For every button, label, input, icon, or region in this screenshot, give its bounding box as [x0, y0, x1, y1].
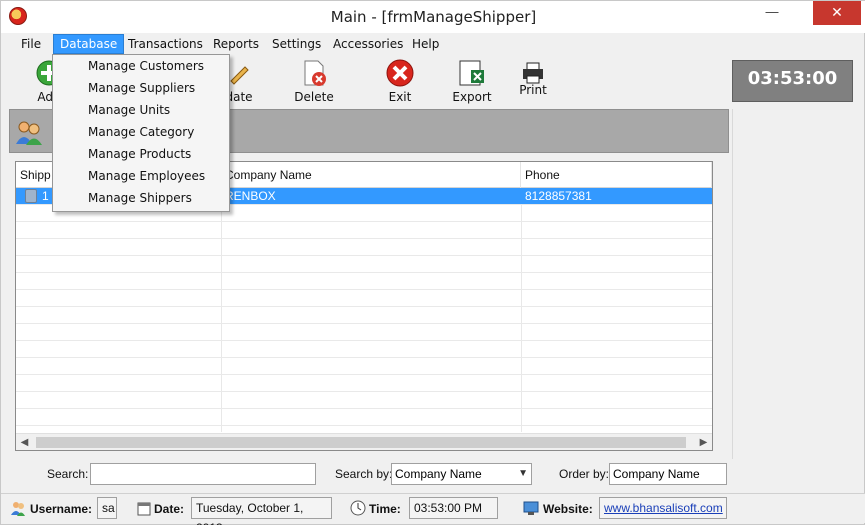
search-by-select[interactable]: Company Name ▼ — [391, 463, 532, 485]
table-row — [16, 392, 712, 409]
search-by-label: Search by: — [335, 467, 393, 481]
title-bar: Main - [frmManageShipper] — ✕ — [1, 1, 865, 33]
print-label: Print — [519, 83, 547, 97]
table-row — [16, 256, 712, 273]
scroll-thumb[interactable] — [36, 437, 686, 448]
menu-item-manage-products[interactable]: Manage Products — [53, 143, 229, 165]
date-value: Tuesday, October 1, 2013 — [191, 497, 332, 525]
date-label: Date: — [154, 502, 185, 516]
menu-help[interactable]: Help — [406, 34, 445, 54]
calendar-icon — [137, 502, 151, 516]
cell-company-name: RENBOX — [225, 189, 276, 203]
order-by-label: Order by: — [559, 467, 610, 481]
print-button[interactable]: Print — [503, 56, 563, 106]
website-link[interactable]: www.bhansalisoft.com — [604, 501, 723, 515]
table-row — [16, 375, 712, 392]
clock-display: 03:53:00 — [732, 60, 853, 102]
export-label: Export — [452, 90, 492, 104]
order-by-value: Company Name — [613, 467, 700, 481]
exit-label: Exit — [388, 90, 412, 104]
right-panel — [732, 109, 857, 459]
scroll-right-icon[interactable]: ▶ — [695, 434, 712, 450]
menu-settings[interactable]: Settings — [266, 34, 327, 54]
col-header-phone[interactable]: Phone — [521, 162, 712, 188]
delete-button[interactable]: Delete — [284, 56, 344, 106]
search-by-value: Company Name — [395, 467, 482, 481]
minimize-button[interactable]: — — [749, 1, 795, 25]
website-icon — [523, 501, 539, 515]
table-row — [16, 222, 712, 239]
time-label: Time: — [369, 502, 401, 516]
row-marker-icon — [25, 189, 37, 203]
username-label: Username: — [30, 502, 93, 516]
database-menu-dropdown: Manage Customers Manage Suppliers Manage… — [52, 54, 230, 212]
menu-item-manage-shippers[interactable]: Manage Shippers — [53, 187, 229, 209]
menu-item-manage-units[interactable]: Manage Units — [53, 99, 229, 121]
search-input[interactable] — [90, 463, 316, 485]
website-field: www.bhansalisoft.com — [599, 497, 727, 519]
window-title: Main - [frmManageShipper] — [330, 8, 537, 26]
menu-transactions[interactable]: Transactions — [122, 34, 209, 54]
order-by-select[interactable]: Company Name — [609, 463, 727, 485]
menu-reports[interactable]: Reports — [207, 34, 265, 54]
search-label: Search: — [47, 467, 89, 481]
horizontal-scrollbar[interactable]: ◀ ▶ — [16, 433, 712, 450]
delete-icon — [304, 60, 326, 86]
username-value: sa — [97, 497, 117, 519]
users-icon — [16, 121, 42, 145]
menu-item-manage-employees[interactable]: Manage Employees — [53, 165, 229, 187]
status-bar: Username: sa Date: Tuesday, October 1, 2… — [1, 493, 865, 525]
menu-database[interactable]: Database — [53, 34, 125, 54]
menu-item-manage-customers[interactable]: Manage Customers — [53, 55, 229, 77]
table-row — [16, 307, 712, 324]
menu-file[interactable]: File — [15, 34, 47, 54]
table-row — [16, 290, 712, 307]
table-row — [16, 341, 712, 358]
table-row — [16, 409, 712, 426]
delete-label: Delete — [294, 90, 334, 104]
menu-accessories[interactable]: Accessories — [327, 34, 409, 54]
table-row — [16, 324, 712, 341]
exit-icon — [386, 59, 414, 87]
col-header-company-name[interactable]: Company Name — [221, 162, 521, 188]
export-button[interactable]: Export — [442, 56, 502, 106]
clock-icon — [350, 500, 366, 516]
user-icon — [11, 502, 25, 516]
scroll-left-icon[interactable]: ◀ — [16, 434, 33, 450]
main-window: Main - [frmManageShipper] — ✕ File Datab… — [0, 0, 865, 525]
chevron-down-icon: ▼ — [518, 468, 528, 479]
exit-button[interactable]: Exit — [370, 56, 430, 106]
table-row — [16, 358, 712, 375]
website-label: Website: — [543, 502, 593, 516]
menu-item-manage-suppliers[interactable]: Manage Suppliers — [53, 77, 229, 99]
table-row — [16, 273, 712, 290]
close-window-button[interactable]: ✕ — [813, 1, 861, 25]
excel-export-icon — [459, 60, 484, 86]
cell-phone: 8128857381 — [525, 189, 592, 203]
menu-item-manage-category[interactable]: Manage Category — [53, 121, 229, 143]
time-value: 03:53:00 PM — [409, 497, 498, 519]
table-row — [16, 239, 712, 256]
search-bar: Search: Search by: Company Name ▼ Order … — [1, 461, 731, 487]
